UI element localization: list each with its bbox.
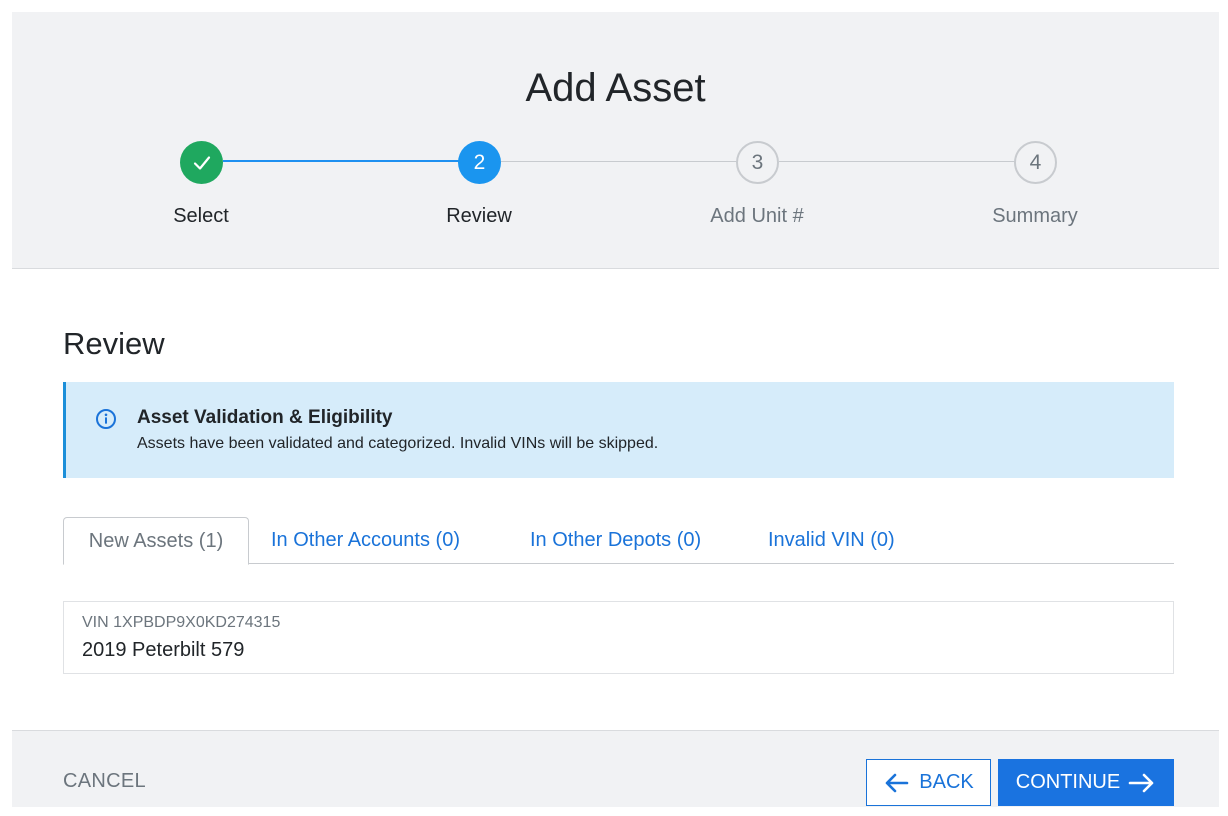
- asset-vin: VIN 1XPBDP9X0KD274315: [82, 614, 281, 631]
- tab-in-other-depots[interactable]: In Other Depots (0): [530, 517, 701, 564]
- step-3-number: 3: [751, 150, 764, 174]
- checkmark-icon: [193, 155, 210, 170]
- step-connector-2: [501, 161, 737, 162]
- tab-new-assets[interactable]: New Assets (1): [63, 517, 249, 565]
- back-button[interactable]: BACK: [866, 759, 991, 806]
- alert-title: Asset Validation & Eligibility: [137, 407, 393, 428]
- cancel-button[interactable]: CANCEL: [63, 770, 146, 793]
- modal-footer: CANCEL BACK CONTINUE: [12, 730, 1219, 807]
- info-alert: Asset Validation & Eligibility Assets ha…: [63, 382, 1174, 478]
- info-icon: [96, 409, 116, 429]
- add-asset-modal: Add Asset 2 3 4 Select Review Add Unit #…: [12, 12, 1219, 807]
- tab-invalid-vin[interactable]: Invalid VIN (0): [768, 517, 895, 564]
- asset-name: 2019 Peterbilt 579: [82, 639, 245, 661]
- step-connector-3: [779, 161, 1015, 162]
- arrow-right-icon: [1128, 773, 1154, 792]
- asset-list-item: VIN 1XPBDP9X0KD274315 2019 Peterbilt 579: [63, 601, 1174, 674]
- step-2-number: 2: [473, 150, 486, 174]
- modal-header: Add Asset 2 3 4 Select Review Add Unit #…: [12, 12, 1219, 269]
- step-4-number: 4: [1029, 150, 1042, 174]
- continue-button[interactable]: CONTINUE: [998, 759, 1174, 806]
- step-1-indicator: [180, 141, 223, 184]
- step-4-indicator: 4: [1014, 141, 1057, 184]
- step-3-label: Add Unit #: [710, 205, 804, 227]
- back-button-label: BACK: [919, 771, 974, 793]
- step-2-label: Review: [446, 205, 512, 227]
- step-2-indicator: 2: [458, 141, 501, 184]
- progress-stepper: 2 3 4 Select Review Add Unit # Summary: [12, 12, 1219, 269]
- step-3-indicator: 3: [736, 141, 779, 184]
- asset-category-tabs: New Assets (1) In Other Accounts (0) In …: [63, 517, 1174, 565]
- step-1-label: Select: [173, 205, 229, 227]
- tab-in-other-accounts[interactable]: In Other Accounts (0): [271, 517, 460, 564]
- step-connector-1: [223, 160, 459, 162]
- arrow-left-icon: [885, 773, 909, 792]
- step-4-label: Summary: [992, 205, 1078, 227]
- section-title: Review: [63, 326, 165, 361]
- continue-button-label: CONTINUE: [1015, 771, 1121, 793]
- alert-message: Assets have been validated and categoriz…: [137, 435, 659, 452]
